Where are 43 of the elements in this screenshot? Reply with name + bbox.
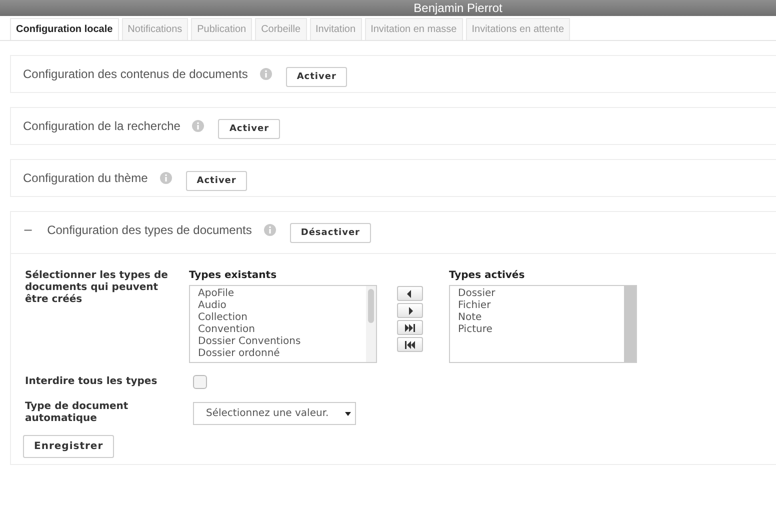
toggle-button[interactable]: Activer	[186, 171, 248, 191]
toggle-button[interactable]: Activer	[218, 119, 280, 139]
toggle-button[interactable]: Désactiver	[290, 223, 371, 243]
list-item[interactable]: Convention	[198, 324, 358, 336]
select-field[interactable]: Sélectionnez une valeur.	[193, 402, 356, 424]
section-title: Configuration des types de documents	[47, 223, 252, 237]
list-item[interactable]: Dossier	[458, 288, 616, 300]
skip-right-icon	[404, 324, 416, 332]
save-button[interactable]: Enregistrer	[23, 435, 114, 458]
info-icon	[160, 172, 172, 184]
info-icon	[192, 120, 204, 132]
list-item[interactable]: Fichier	[458, 300, 616, 312]
info-icon	[260, 68, 272, 80]
list-item[interactable]: Collection	[198, 312, 358, 324]
list-item[interactable]: Note	[458, 312, 616, 324]
checkbox[interactable]	[193, 375, 207, 389]
tab[interactable]: Configuration locale	[10, 18, 119, 40]
move-button[interactable]	[397, 320, 423, 335]
info-icon	[264, 224, 276, 236]
section-title: Configuration du thème	[23, 171, 148, 185]
move-button[interactable]	[397, 337, 423, 352]
list-item[interactable]: ApoFile	[198, 288, 358, 300]
skip-left-icon	[404, 340, 416, 348]
list-item[interactable]: Audio	[198, 300, 358, 312]
move-button[interactable]	[397, 303, 423, 318]
field-label: Sélectionner les types de documents qui peuvent être créés	[25, 270, 169, 306]
toggle-button[interactable]: Activer	[286, 67, 348, 87]
list-item[interactable]: Dossier Conventions	[198, 336, 358, 348]
list-item[interactable]: Dossier ordonné	[198, 348, 358, 360]
list-heading: Types activés	[449, 270, 526, 281]
move-button[interactable]	[397, 286, 423, 301]
list-heading: Types existants	[189, 270, 278, 281]
section-title: Configuration des contenus de documents	[23, 67, 248, 81]
collapse-toggle[interactable]: −	[23, 223, 34, 237]
list-box[interactable]: ApoFile Audio Collection Convention Dossier Conventions Dossier ordonné	[189, 285, 377, 363]
list-box[interactable]: Dossier Fichier Note Picture	[449, 285, 637, 363]
list-item[interactable]: Picture	[458, 324, 616, 336]
field-label: Type de document automatique	[25, 401, 130, 425]
field-label: Interdire tous les types	[25, 376, 158, 388]
user-name: Benjamin Pierrot	[414, 0, 502, 16]
scrollbar-thumb[interactable]	[368, 289, 374, 323]
section-title: Configuration de la recherche	[23, 119, 180, 133]
scrollbar-track[interactable]	[624, 286, 636, 362]
